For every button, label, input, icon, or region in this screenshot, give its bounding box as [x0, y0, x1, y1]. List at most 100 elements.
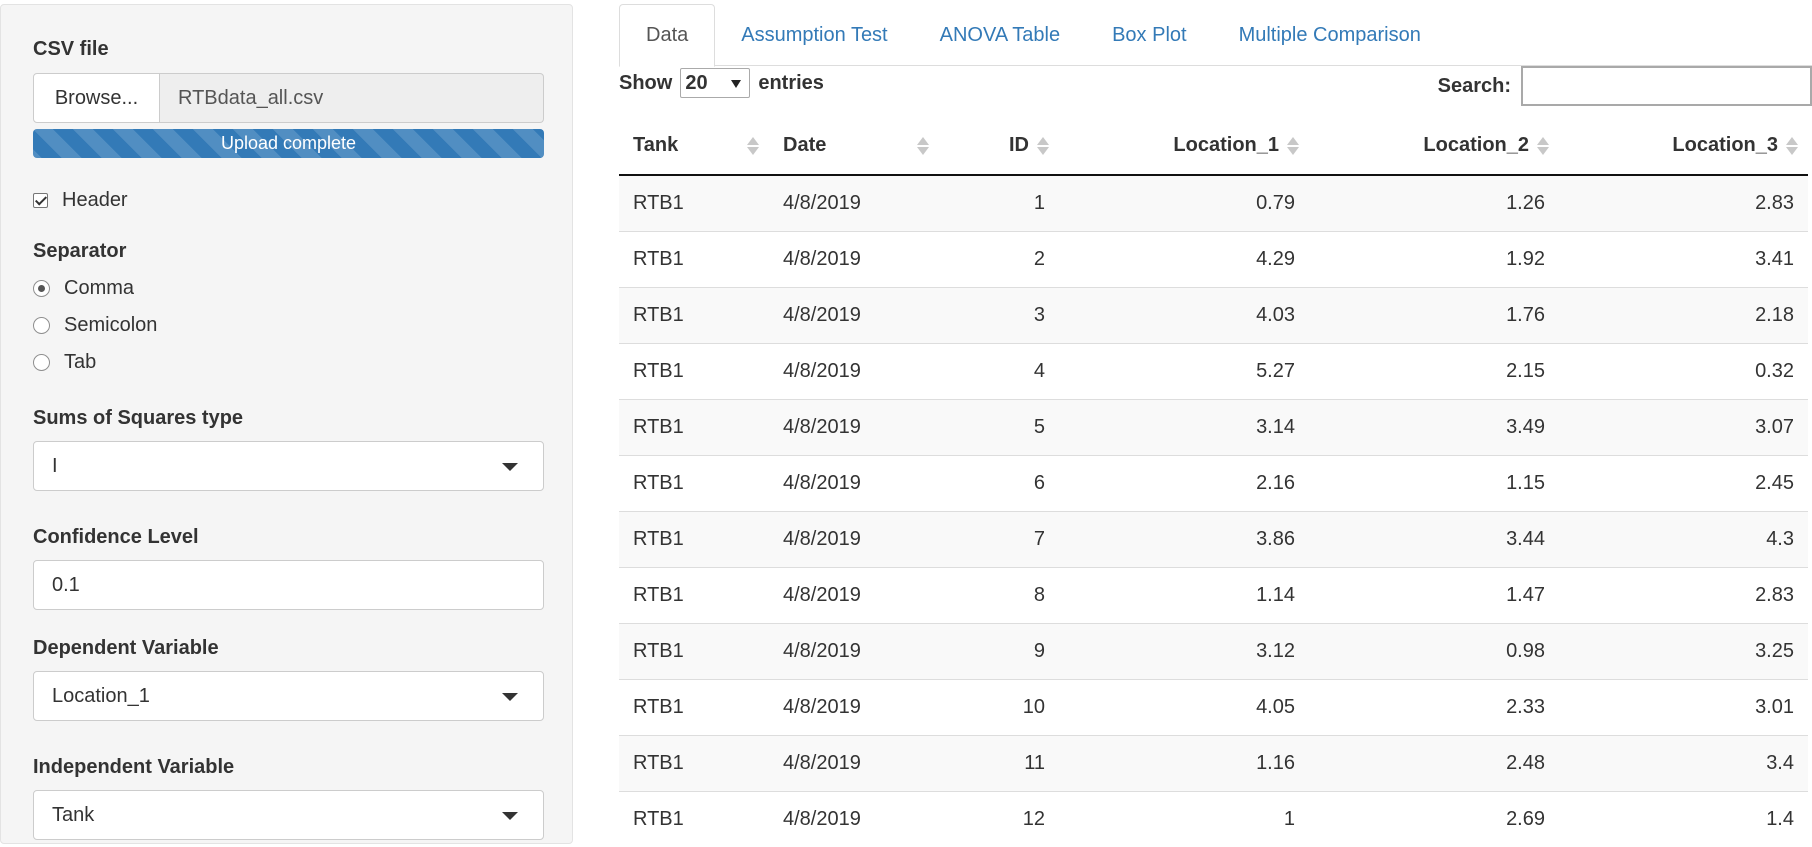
table-cell: 3.14 — [1059, 398, 1309, 455]
table-cell: 3.25 — [1559, 622, 1808, 679]
table-cell: 3.86 — [1059, 510, 1309, 567]
radio-comma-label: Comma — [64, 277, 135, 299]
header-checkbox-row[interactable]: Header — [33, 189, 128, 212]
file-upload[interactable]: Browse... RTBdata_all.csv — [33, 73, 544, 123]
column-header-label: Date — [783, 134, 827, 156]
dependent-variable-select[interactable]: Location_1 — [33, 671, 544, 721]
table-cell: 7 — [939, 510, 1059, 567]
separator-label: Separator — [33, 240, 127, 262]
radio-semicolon-label: Semicolon — [64, 314, 158, 336]
entries-label: entries — [758, 71, 824, 94]
column-header-location-2[interactable]: Location_2 — [1309, 117, 1559, 176]
table-cell: 11 — [939, 734, 1059, 791]
table-cell: 4/8/2019 — [769, 398, 939, 455]
table-cell: 4/8/2019 — [769, 454, 939, 511]
table-cell: 2.83 — [1755, 191, 1794, 214]
column-header-tank[interactable]: Tank — [619, 117, 769, 176]
table-cell: 9 — [939, 622, 1059, 679]
table-cell: 4/8/2019 — [769, 734, 939, 791]
tab-assumption-test[interactable]: Assumption Test — [715, 4, 913, 66]
chevron-down-icon — [731, 80, 742, 88]
table-cell: RTB1 — [619, 286, 769, 343]
data-table: Tank Date ID Location_1 Location_2 Locat… — [619, 117, 1808, 847]
table-cell: 1.4 — [1559, 790, 1808, 847]
table-cell: 4.03 — [1059, 286, 1309, 343]
header-checkbox[interactable] — [33, 193, 48, 208]
table-cell: 2.83 — [1559, 566, 1808, 623]
table-cell: 1.92 — [1309, 230, 1559, 287]
table-cell: 1 — [1033, 191, 1045, 214]
tab-multiple-comparison[interactable]: Multiple Comparison — [1213, 4, 1447, 66]
table-cell: 0.32 — [1559, 342, 1808, 399]
table-cell: RTB1 — [619, 678, 769, 735]
table-cell: 1.15 — [1309, 454, 1559, 511]
column-header-location-3[interactable]: Location_3 — [1559, 117, 1808, 176]
entries-select[interactable]: 20 — [680, 68, 751, 98]
radio-semicolon[interactable] — [33, 317, 50, 334]
table-row: RTB1 4/8/2019 4 5.27 2.15 0.32 — [619, 342, 1808, 399]
separator-option-tab[interactable]: Tab — [33, 351, 96, 374]
table-cell: 3.01 — [1559, 678, 1808, 735]
sort-icon — [1537, 136, 1549, 155]
table-row: RTB1 4/8/2019 9 3.12 0.98 3.25 — [619, 622, 1808, 679]
ss-type-select[interactable]: I — [33, 441, 544, 491]
table-row: RTB1 4/8/2019 2 4.29 1.92 3.41 — [619, 230, 1808, 287]
table-cell: 4/8/2019 — [769, 678, 939, 735]
table-cell: 0.79 — [1256, 191, 1295, 214]
chevron-down-icon — [502, 693, 518, 701]
tab-box-plot[interactable]: Box Plot — [1086, 4, 1212, 66]
separator-option-semicolon[interactable]: Semicolon — [33, 314, 157, 337]
tab-anova-table[interactable]: ANOVA Table — [914, 4, 1086, 66]
ss-type-label: Sums of Squares type — [33, 407, 244, 429]
column-header-label: Location_2 — [1423, 134, 1529, 156]
table-cell: 4/8/2019 — [769, 622, 939, 679]
table-cell: 3.44 — [1309, 510, 1559, 567]
table-cell: 8 — [939, 566, 1059, 623]
upload-progress-bar: Upload complete — [33, 129, 544, 158]
entries-value: 20 — [685, 71, 708, 94]
table-row: RTB1 4/8/2019 5 3.14 3.49 3.07 — [619, 398, 1808, 455]
independent-variable-label: Independent Variable — [33, 756, 235, 778]
table-cell: 2.33 — [1309, 678, 1559, 735]
sort-icon — [917, 136, 929, 155]
chevron-down-icon — [502, 812, 518, 820]
column-header-label: Location_3 — [1672, 134, 1778, 156]
column-header-date[interactable]: Date — [769, 117, 939, 176]
table-cell: 4 — [939, 342, 1059, 399]
entries-length-control: Show 20 entries — [619, 66, 824, 100]
browse-button[interactable]: Browse... — [33, 73, 160, 123]
tab-data[interactable]: Data — [619, 4, 716, 67]
table-cell: 1.47 — [1309, 566, 1559, 623]
column-header-id[interactable]: ID — [939, 117, 1059, 176]
table-row: RTB1 4/8/2019 12 1 2.69 1.4 — [619, 790, 1808, 847]
search-input[interactable] — [1521, 66, 1812, 106]
table-cell: 2.45 — [1559, 454, 1808, 511]
table-cell: RTB1 — [619, 790, 769, 847]
table-cell: RTB1 — [619, 454, 769, 511]
table-cell: 5.27 — [1059, 342, 1309, 399]
table-cell: RTB1 — [619, 510, 769, 567]
independent-variable-value: Tank — [52, 803, 95, 826]
upload-progress: Upload complete — [33, 129, 544, 158]
csv-file-label: CSV file — [33, 38, 109, 60]
show-label: Show — [619, 71, 673, 94]
confidence-level-label: Confidence Level — [33, 526, 199, 548]
radio-comma[interactable] — [33, 280, 50, 297]
table-row: RTB1 4/8/2019 6 2.16 1.15 2.45 — [619, 454, 1808, 511]
table-row: RTB1 4/8/2019 10 4.05 2.33 3.01 — [619, 678, 1808, 735]
column-header-label: ID — [1009, 134, 1029, 156]
table-cell: 2.16 — [1059, 454, 1309, 511]
table-search-control: Search: — [1438, 66, 1812, 106]
independent-variable-select[interactable]: Tank — [33, 790, 544, 840]
table-body: RTB1 4/8/2019 1 0.79 1.26 2.83 RTB1 4/8/2019 2 4.… — [619, 175, 1808, 847]
radio-tab[interactable] — [33, 354, 50, 371]
column-header-label: Location_1 — [1173, 134, 1279, 156]
column-header-label: Tank — [633, 134, 679, 156]
separator-option-comma[interactable]: Comma — [33, 277, 134, 300]
column-header-location-1[interactable]: Location_1 — [1059, 117, 1309, 176]
confidence-level-input[interactable]: 0.1 — [33, 560, 544, 610]
table-cell: 4/8/2019 — [769, 790, 939, 847]
dependent-variable-label: Dependent Variable — [33, 637, 219, 659]
table-cell: 4/8/2019 — [769, 342, 939, 399]
sidebar-panel: CSV file Browse... RTBdata_all.csv Uploa… — [0, 4, 573, 844]
